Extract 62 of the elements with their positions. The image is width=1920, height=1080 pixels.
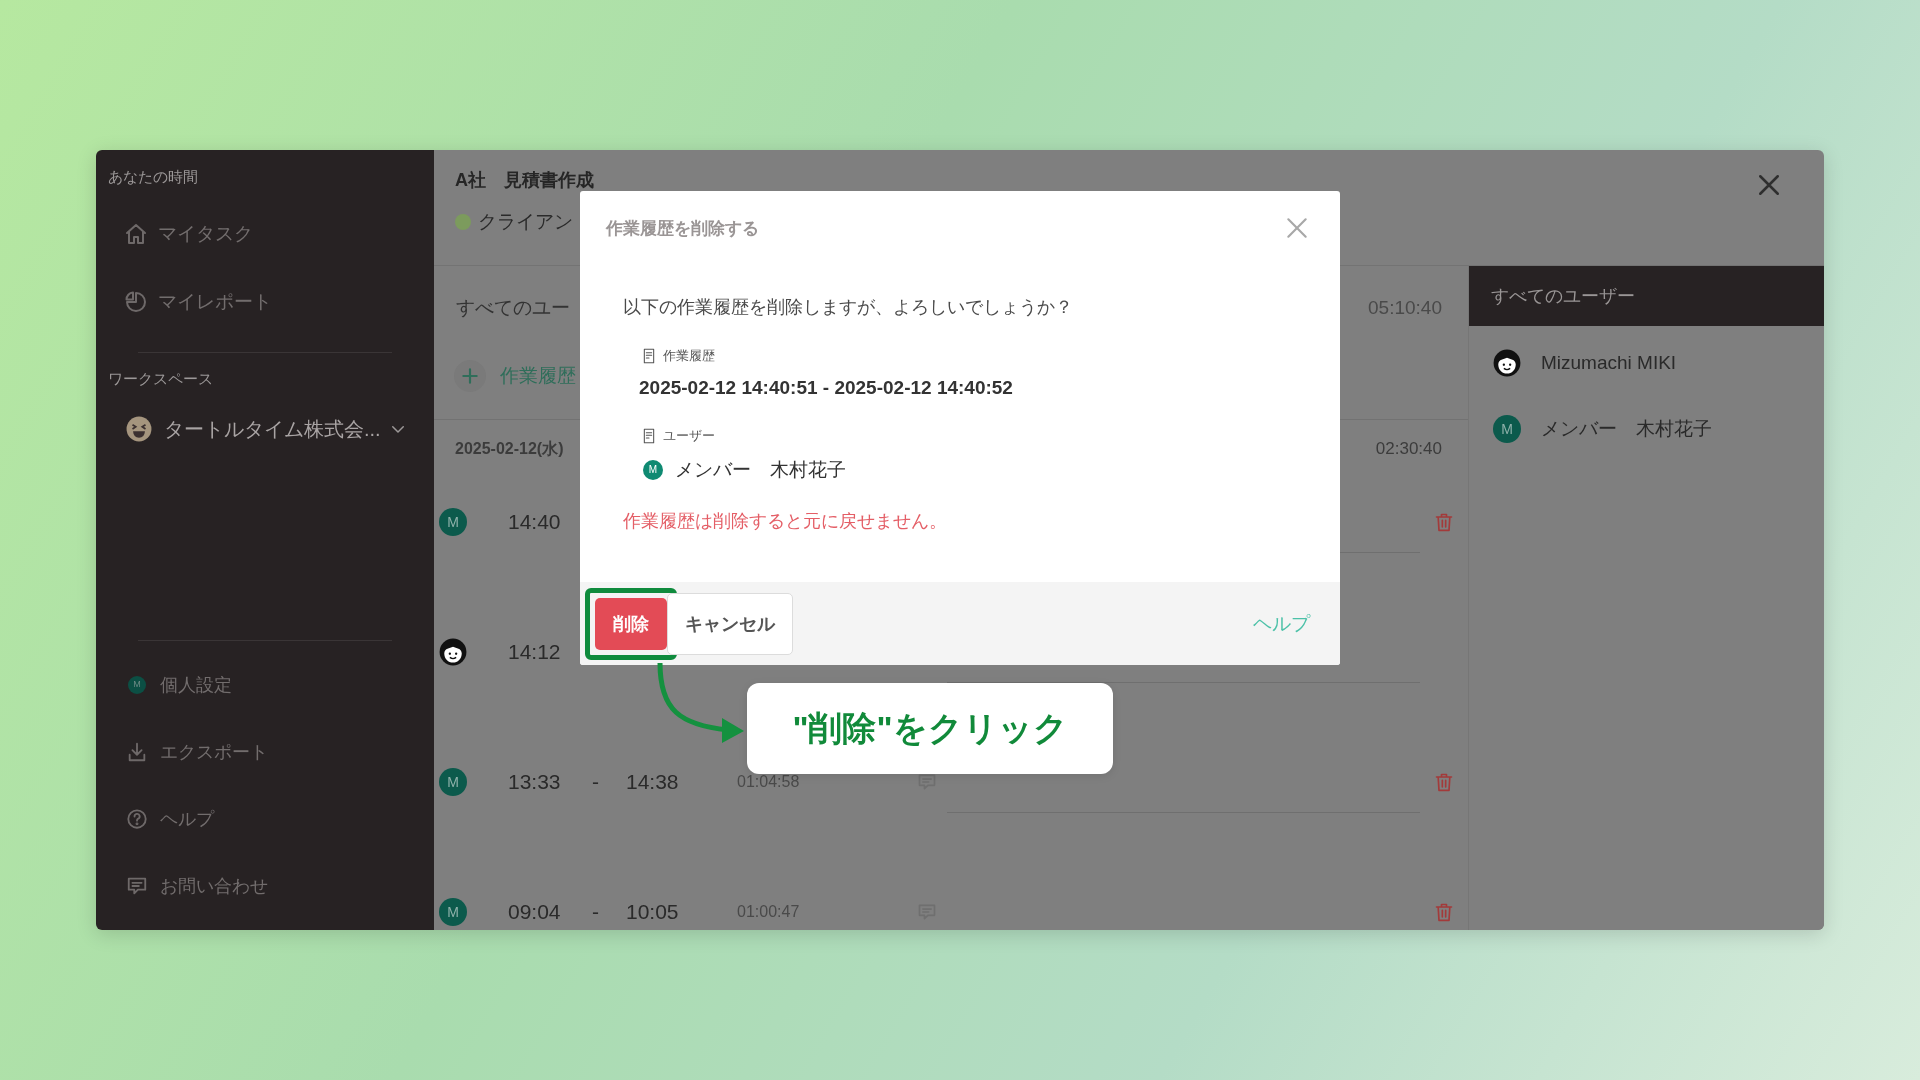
- user-name[interactable]: Mizumachi MIKI: [1541, 352, 1677, 374]
- document-icon: [641, 428, 657, 444]
- start-time: 14:40: [508, 510, 562, 534]
- nav-link[interactable]: マイレポート: [158, 289, 272, 315]
- time-separator: -: [592, 900, 600, 924]
- delete-button[interactable]: [1434, 511, 1454, 533]
- avatar-initial: M: [439, 508, 467, 536]
- laughing-face-icon: [126, 416, 152, 442]
- nav-link[interactable]: エクスポート: [160, 739, 268, 764]
- pie-chart-icon: [124, 290, 148, 314]
- user-name[interactable]: メンバー 木村花子: [1541, 416, 1712, 442]
- delete-button[interactable]: [1434, 771, 1454, 793]
- start-time: 13:33: [508, 770, 562, 794]
- dialog-title: 作業履歴を削除する: [606, 217, 759, 240]
- field-value: 2025-02-12 14:40:51 - 2025-02-12 14:40:52: [639, 377, 1013, 399]
- instruction-callout: "削除"をクリック: [747, 683, 1113, 774]
- avatar-initial: M: [1493, 415, 1521, 443]
- avatar-initial: M: [643, 460, 663, 480]
- day-total: 02:30:40: [1375, 439, 1442, 459]
- nav-link[interactable]: ヘルプ: [160, 806, 214, 831]
- avatar-initial: M: [439, 768, 467, 796]
- user-name: メンバー 木村花子: [675, 458, 846, 482]
- help-link[interactable]: ヘルプ: [1253, 610, 1310, 637]
- add-button[interactable]: [454, 360, 486, 392]
- trash-icon: [1434, 771, 1454, 793]
- document-icon: [641, 348, 657, 364]
- section-heading: ワークスペース: [108, 370, 213, 387]
- start-time: 09:04: [508, 900, 562, 924]
- panel-title: すべてのユーザー: [1491, 285, 1635, 308]
- nav-link[interactable]: マイタスク: [158, 221, 253, 247]
- close-icon: [1284, 215, 1310, 241]
- avatar-initial: M: [439, 898, 467, 926]
- nav-link[interactable]: 個人設定: [160, 672, 232, 697]
- end-time: 10:05: [626, 900, 680, 924]
- download-icon: [126, 740, 148, 763]
- user-avatar-icon: [1493, 349, 1521, 377]
- user-filter[interactable]: すべてのユー: [456, 295, 570, 321]
- section-heading: あなたの時間: [108, 168, 198, 185]
- delete-button[interactable]: 削除: [595, 597, 667, 650]
- close-button[interactable]: [1284, 215, 1310, 241]
- trash-icon: [1434, 511, 1454, 533]
- start-time: 14:12: [508, 640, 562, 664]
- confirm-message: 以下の作業履歴を削除しますが、よろしいでしょうか？: [623, 296, 1074, 319]
- cancel-button[interactable]: キャンセル: [667, 592, 793, 655]
- help-icon: [126, 807, 148, 830]
- client-name: クライアン: [478, 210, 573, 234]
- nav-link[interactable]: お問い合わせ: [160, 873, 268, 898]
- delete-button[interactable]: [1434, 901, 1454, 923]
- home-icon: [124, 222, 148, 246]
- warning-message: 作業履歴は削除すると元に戻せません。: [623, 510, 948, 533]
- field-label: 作業履歴: [663, 347, 715, 365]
- status-dot: [455, 214, 471, 230]
- time-separator: -: [592, 770, 600, 794]
- trash-icon: [1434, 901, 1454, 923]
- workspace-selector[interactable]: タートルタイム株式会...: [164, 415, 381, 443]
- user-avatar-icon: [439, 638, 467, 666]
- field-label: ユーザー: [663, 427, 715, 445]
- plus-icon: [460, 366, 480, 386]
- end-time: 14:38: [626, 770, 680, 794]
- date-heading: 2025-02-12(水): [455, 438, 564, 459]
- avatar-initial: M: [128, 675, 146, 694]
- task-title: A社 見積書作成: [455, 170, 594, 190]
